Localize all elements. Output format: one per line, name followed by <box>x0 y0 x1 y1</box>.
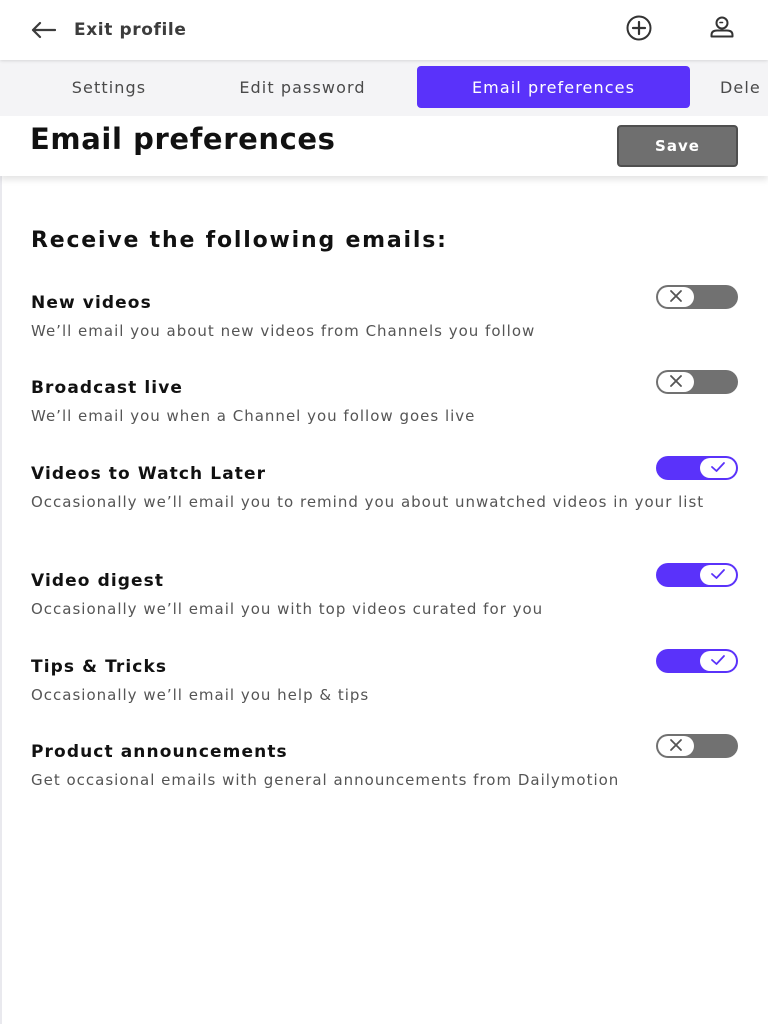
x-icon <box>669 737 683 756</box>
section-title: Receive the following emails: <box>31 228 448 253</box>
tab-settings[interactable]: Settings <box>40 66 178 108</box>
pref-description: Get occasional emails with general annou… <box>31 771 620 789</box>
tab-email-preferences[interactable]: Email preferences <box>417 66 690 108</box>
toggle-knob <box>658 736 694 756</box>
x-icon <box>669 373 683 392</box>
video-digest-toggle[interactable] <box>656 563 738 587</box>
upload-button[interactable] <box>624 15 654 45</box>
product-announcements-toggle[interactable] <box>656 734 738 758</box>
exit-profile-button[interactable]: Exit profile <box>30 14 186 46</box>
pref-title: Videos to Watch Later <box>31 464 267 484</box>
plus-circle-icon <box>625 14 653 46</box>
user-icon <box>708 14 736 46</box>
check-icon <box>710 566 726 585</box>
pref-description: Occasionally we’ll email you to remind y… <box>31 493 705 511</box>
tab-label: Dele <box>720 77 761 97</box>
pref-title: Video digest <box>31 571 165 591</box>
profile-tabs: Settings Edit password Email preferences… <box>0 60 768 116</box>
top-bar: Exit profile <box>0 0 768 60</box>
exit-profile-label: Exit profile <box>74 20 187 40</box>
toggle-knob <box>658 372 694 392</box>
pref-title: New videos <box>31 293 152 313</box>
arrow-left-icon <box>30 21 56 39</box>
watch-later-toggle[interactable] <box>656 456 738 480</box>
toggle-knob <box>700 651 736 671</box>
profile-button[interactable] <box>707 15 737 45</box>
tab-label: Edit password <box>239 77 366 97</box>
pref-title: Broadcast live <box>31 378 184 398</box>
pref-description: Occasionally we’ll email you help & tips <box>31 686 370 704</box>
save-button[interactable]: Save <box>617 125 738 167</box>
new-videos-toggle[interactable] <box>656 285 738 309</box>
pref-title: Tips & Tricks <box>31 657 168 677</box>
page-title: Email preferences <box>30 122 336 156</box>
check-icon <box>710 459 726 478</box>
tab-label: Settings <box>71 77 147 97</box>
tab-label: Email preferences <box>471 77 636 97</box>
pref-title: Product announcements <box>31 742 288 762</box>
pref-description: Occasionally we’ll email you with top vi… <box>31 600 544 618</box>
toggle-knob <box>700 565 736 585</box>
check-icon <box>710 652 726 671</box>
pref-description: We’ll email you when a Channel you follo… <box>31 407 476 425</box>
toggle-knob <box>658 287 694 307</box>
page-header: Email preferences Save <box>0 116 768 176</box>
pref-description: We’ll email you about new videos from Ch… <box>31 322 536 340</box>
broadcast-live-toggle[interactable] <box>656 370 738 394</box>
tips-tricks-toggle[interactable] <box>656 649 738 673</box>
x-icon <box>669 288 683 307</box>
tab-delete[interactable]: Dele <box>720 66 768 108</box>
toggle-knob <box>700 458 736 478</box>
tab-edit-password[interactable]: Edit password <box>200 66 405 108</box>
